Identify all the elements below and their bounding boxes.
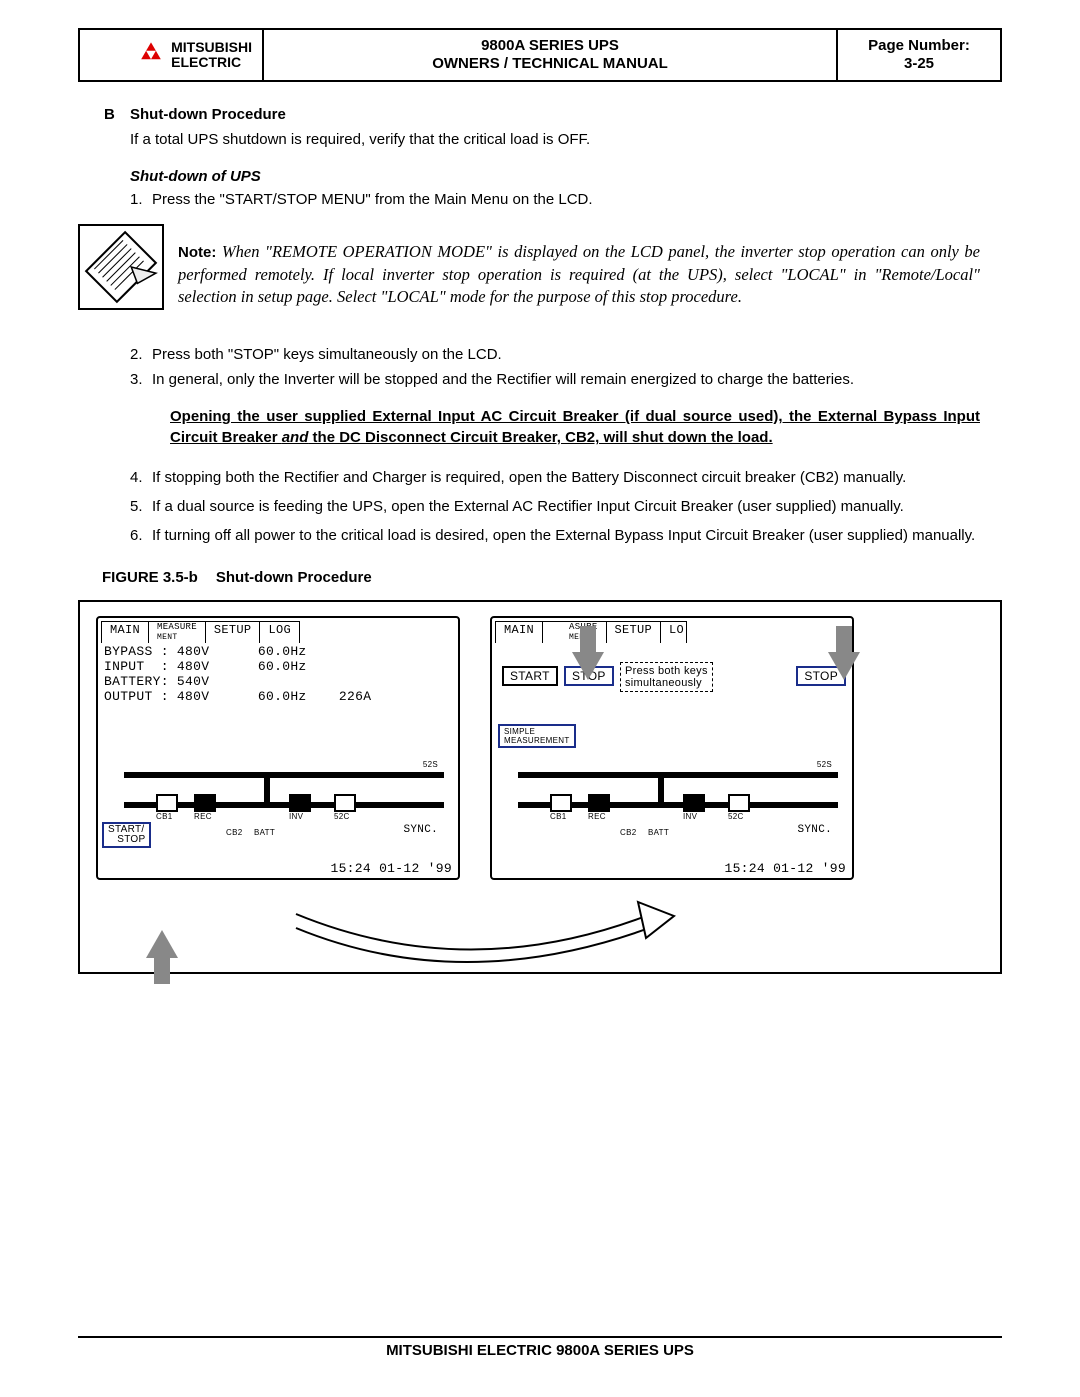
step-list-a: 1.Press the "START/STOP MENU" from the M… bbox=[130, 189, 1002, 210]
company-line2: ELECTRIC bbox=[171, 55, 252, 70]
lcd-panel-right: MAIN ASUREMENT SETUP LO START STOP Press… bbox=[490, 616, 854, 880]
header-title-cell: 9800A SERIES UPS OWNERS / TECHNICAL MANU… bbox=[264, 30, 838, 80]
arrow-down-icon-1 bbox=[572, 652, 604, 680]
row-input: INPUT : 480V 60.0Hz bbox=[104, 659, 452, 674]
tab-setup[interactable]: SETUP bbox=[205, 621, 261, 643]
figure-caption: FIGURE 3.5-bShut-down Procedure bbox=[102, 569, 1002, 586]
step-list-b: 2.Press both "STOP" keys simultaneously … bbox=[130, 344, 1002, 391]
start-key[interactable]: START bbox=[502, 666, 558, 686]
row-bypass: BYPASS : 480V 60.0Hz bbox=[104, 644, 452, 659]
note-block: Note: When "REMOTE OPERATION MODE" is di… bbox=[78, 224, 980, 325]
arrow-up-icon bbox=[146, 930, 178, 958]
simple-measurement-button[interactable]: SIMPLE MEASUREMENT bbox=[498, 724, 576, 748]
doc-title-line2: OWNERS / TECHNICAL MANUAL bbox=[432, 55, 668, 73]
oneline-diagram-left: 52S CB1 REC INV 52C CB2 BATT SYNC. bbox=[104, 772, 452, 842]
doc-title-line1: 9800A SERIES UPS bbox=[481, 37, 619, 55]
tab-main[interactable]: MAIN bbox=[101, 621, 149, 643]
page-number: 3-25 bbox=[904, 55, 934, 73]
mitsubishi-logo-icon bbox=[137, 41, 165, 69]
oneline-diagram-right: 52S CB1 REC INV 52C CB2 BATT SYNC. bbox=[498, 772, 846, 842]
doc-footer: MITSUBISHI ELECTRIC 9800A SERIES UPS bbox=[78, 1336, 1002, 1359]
step-list-c: 4.If stopping both the Rectifier and Cha… bbox=[130, 467, 1002, 547]
warning-text: Opening the user supplied External Input… bbox=[170, 406, 980, 449]
company-line1: MITSUBISHI bbox=[171, 40, 252, 55]
tab-main-r[interactable]: MAIN bbox=[495, 621, 543, 643]
row-output: OUTPUT : 480V 60.0Hz 226A bbox=[104, 689, 452, 704]
tab-log-r[interactable]: LO bbox=[660, 621, 687, 643]
intro-paragraph: If a total UPS shutdown is required, ver… bbox=[130, 129, 1002, 150]
page-number-label: Page Number: bbox=[868, 37, 970, 55]
press-both-label: Press both keys simultaneously bbox=[620, 662, 713, 692]
tab-measurement[interactable]: MEASUREMENT bbox=[148, 621, 206, 643]
timestamp-right: 15:24 01-12 '99 bbox=[724, 861, 846, 876]
doc-header: MITSUBISHI ELECTRIC 9800A SERIES UPS OWN… bbox=[78, 28, 1002, 82]
tab-log[interactable]: LOG bbox=[259, 621, 300, 643]
figure-box: MAIN MEASUREMENT SETUP LOG BYPASS : 480V… bbox=[78, 600, 1002, 974]
notepad-icon bbox=[78, 224, 164, 310]
header-logo-cell: MITSUBISHI ELECTRIC bbox=[80, 30, 264, 80]
lcd-panel-left: MAIN MEASUREMENT SETUP LOG BYPASS : 480V… bbox=[96, 616, 460, 880]
note-text: Note: When "REMOTE OPERATION MODE" is di… bbox=[178, 241, 980, 309]
section-heading: BShut-down Procedure bbox=[104, 106, 1002, 123]
sub-heading: Shut-down of UPS bbox=[130, 168, 1002, 185]
tab-setup-r[interactable]: SETUP bbox=[606, 621, 662, 643]
start-stop-button[interactable]: START/ STOP bbox=[102, 822, 151, 848]
arrow-down-icon-2 bbox=[828, 652, 860, 680]
tab-measurement-r[interactable]: ASUREMENT bbox=[542, 621, 607, 643]
timestamp-left: 15:24 01-12 '99 bbox=[330, 861, 452, 876]
row-battery: BATTERY: 540V bbox=[104, 674, 452, 689]
header-page-cell: Page Number: 3-25 bbox=[838, 30, 1000, 80]
curved-arrow-icon bbox=[266, 894, 686, 974]
